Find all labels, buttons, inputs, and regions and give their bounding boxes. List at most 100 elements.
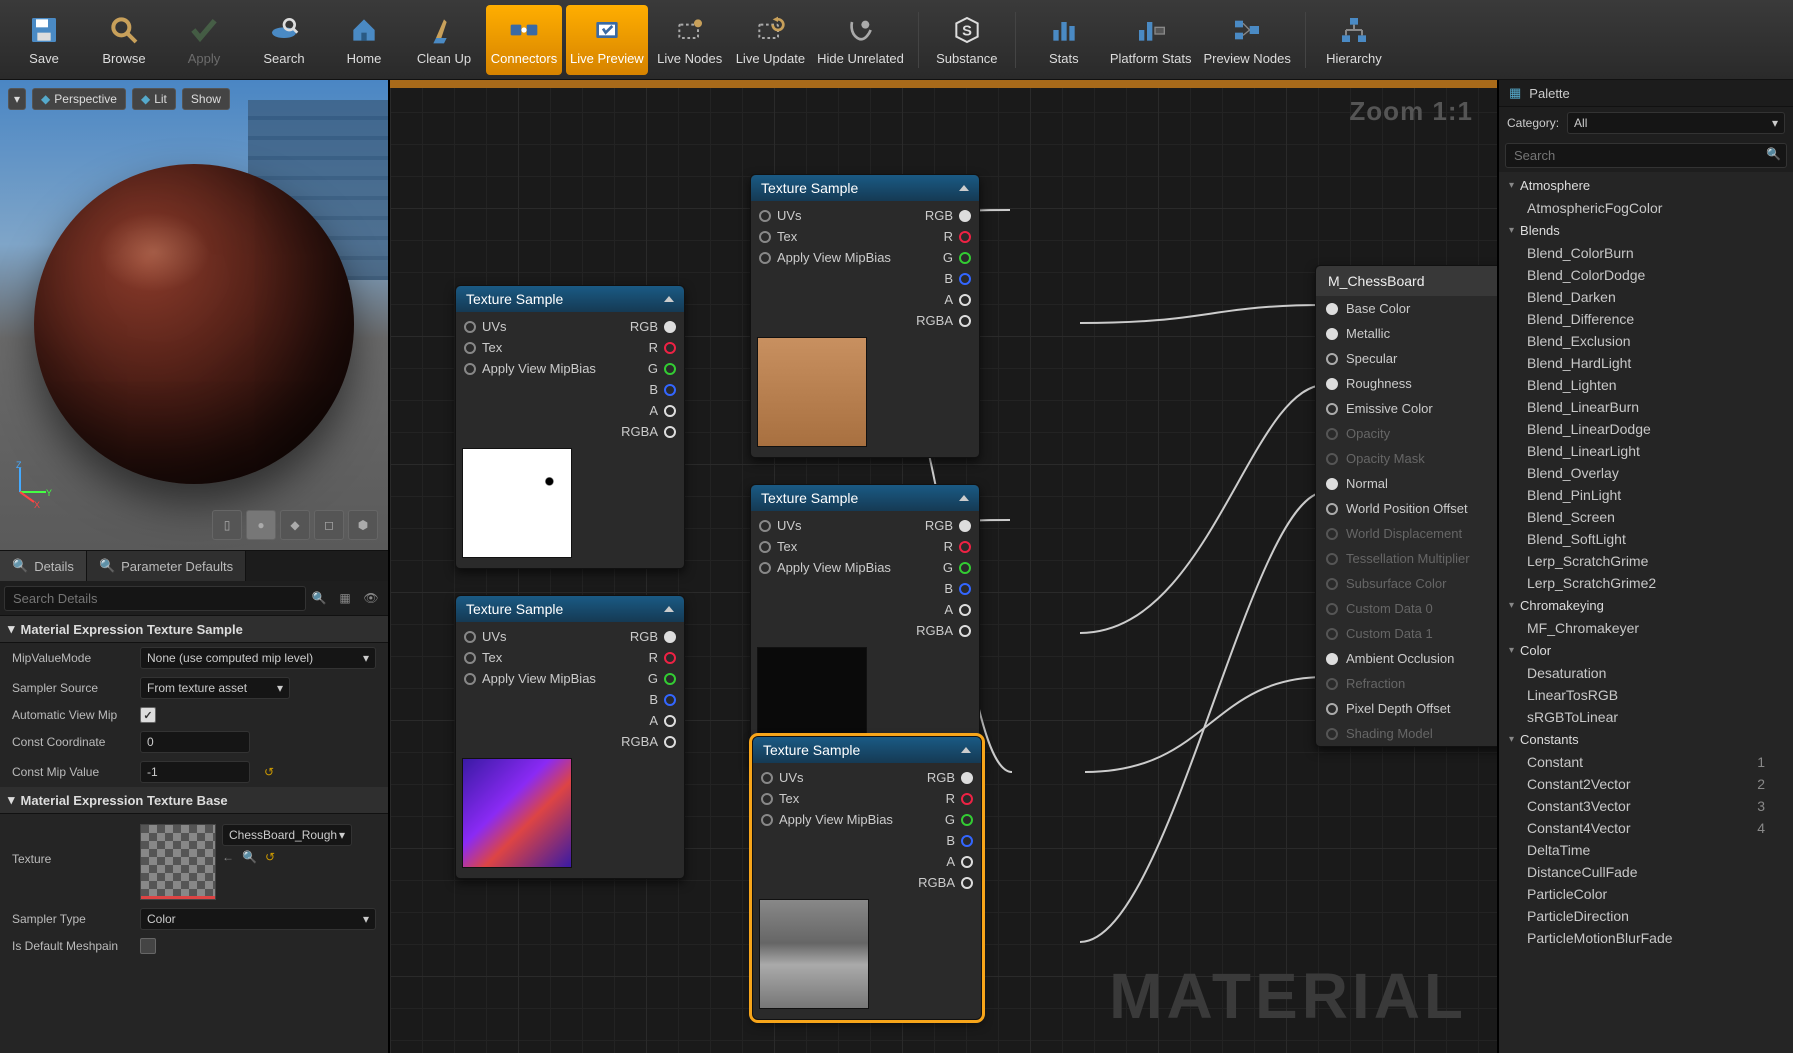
viewport-menu-button[interactable]: ▾: [8, 88, 26, 110]
shape-cylinder-button[interactable]: ▯: [212, 510, 242, 540]
material-input-metallic[interactable]: Metallic: [1316, 321, 1497, 346]
output-pin-R[interactable]: R: [649, 650, 676, 665]
material-input-base-color[interactable]: Base Color: [1316, 296, 1497, 321]
input-pin-Tex[interactable]: Tex: [759, 539, 797, 554]
connectors-button[interactable]: Connectors: [486, 5, 562, 75]
parameter-defaults-tab[interactable]: 🔍Parameter Defaults: [87, 551, 246, 581]
output-pin-B[interactable]: B: [649, 382, 676, 397]
output-pin-B[interactable]: B: [946, 833, 973, 848]
texture-sample-node-2[interactable]: Texture Sample UVsRGBTexRApply View MipB…: [455, 595, 685, 879]
defaultmesh-checkbox[interactable]: [140, 938, 156, 954]
palette-item-Blend_SoftLight[interactable]: Blend_SoftLight: [1499, 528, 1793, 550]
output-pin-R[interactable]: R: [649, 340, 676, 355]
palette-item-DeltaTime[interactable]: DeltaTime: [1499, 839, 1793, 861]
palette-item-Blend_Overlay[interactable]: Blend_Overlay: [1499, 462, 1793, 484]
input-pin-UVs[interactable]: UVs: [759, 208, 802, 223]
palette-item-Constant4Vector[interactable]: Constant4Vector4: [1499, 817, 1793, 839]
input-pin-Tex[interactable]: Tex: [759, 229, 797, 244]
reset-texture-icon[interactable]: ↺: [265, 850, 275, 864]
palette-item-Blend_ColorBurn[interactable]: Blend_ColorBurn: [1499, 242, 1793, 264]
save-button[interactable]: Save: [6, 5, 82, 75]
palette-item-Constant2Vector[interactable]: Constant2Vector2: [1499, 773, 1793, 795]
input-pin-Tex[interactable]: Tex: [464, 650, 502, 665]
input-pin-Apply View MipBias[interactable]: Apply View MipBias: [759, 560, 891, 575]
palette-tab[interactable]: ▦Palette: [1499, 80, 1793, 107]
material-graph[interactable]: Zoom 1:1 MATERIAL Texture Sample UVsRGBT…: [390, 80, 1497, 1053]
livenodes-button[interactable]: Live Nodes: [652, 5, 728, 75]
output-pin-RGBA[interactable]: RGBA: [918, 875, 973, 890]
palette-group-Constants[interactable]: Constants: [1499, 728, 1793, 751]
hideunrel-button[interactable]: Hide Unrelated: [813, 5, 908, 75]
samplertype-dropdown[interactable]: Color▾: [140, 908, 376, 930]
input-pin-UVs[interactable]: UVs: [761, 770, 804, 785]
output-pin-A[interactable]: A: [944, 292, 971, 307]
category-dropdown[interactable]: All▾: [1567, 112, 1785, 134]
palette-item-AtmosphericFogColor[interactable]: AtmosphericFogColor: [1499, 197, 1793, 219]
shape-cube-button[interactable]: ◻: [314, 510, 344, 540]
output-pin-G[interactable]: G: [943, 250, 971, 265]
constmip-input[interactable]: [140, 761, 250, 783]
perspective-button[interactable]: ◆Perspective: [32, 88, 126, 110]
output-pin-RGBA[interactable]: RGBA: [916, 313, 971, 328]
browse-asset-icon[interactable]: 🔍: [242, 850, 257, 864]
texture-sample-node-4[interactable]: Texture Sample UVsRGBTexRApply View MipB…: [752, 736, 982, 1020]
stats-button[interactable]: Stats: [1026, 5, 1102, 75]
search-button[interactable]: Search: [246, 5, 322, 75]
texture-sample-node-0[interactable]: Texture Sample UVs RGB Tex R Apply View MipB…: [455, 285, 685, 569]
palette-item-Blend_LinearDodge[interactable]: Blend_LinearDodge: [1499, 418, 1793, 440]
palette-item-Blend_Exclusion[interactable]: Blend_Exclusion: [1499, 330, 1793, 352]
output-pin-RGBA[interactable]: RGBA: [916, 623, 971, 638]
palette-search-input[interactable]: [1505, 143, 1787, 168]
output-pin-RGBA[interactable]: RGBA: [621, 734, 676, 749]
palette-item-sRGBToLinear[interactable]: sRGBToLinear: [1499, 706, 1793, 728]
input-pin-UVs[interactable]: UVs: [464, 629, 507, 644]
input-pin-Tex[interactable]: Tex: [761, 791, 799, 806]
palette-item-Blend_Difference[interactable]: Blend_Difference: [1499, 308, 1793, 330]
palette-group-Atmosphere[interactable]: Atmosphere: [1499, 174, 1793, 197]
material-input-normal[interactable]: Normal: [1316, 471, 1497, 496]
palette-item-Blend_HardLight[interactable]: Blend_HardLight: [1499, 352, 1793, 374]
cleanup-button[interactable]: Clean Up: [406, 5, 482, 75]
node-header[interactable]: Texture Sample: [456, 596, 684, 622]
mipmode-dropdown[interactable]: None (use computed mip level)▾: [140, 647, 376, 669]
palette-group-Blends[interactable]: Blends: [1499, 219, 1793, 242]
input-pin-Apply View MipBias[interactable]: Apply View MipBias: [464, 671, 596, 686]
material-input-world-position-offset[interactable]: World Position Offset: [1316, 496, 1497, 521]
constcoord-input[interactable]: [140, 731, 250, 753]
palette-item-Blend_ColorDodge[interactable]: Blend_ColorDodge: [1499, 264, 1793, 286]
shape-sphere-button[interactable]: ●: [246, 510, 276, 540]
livepreview-button[interactable]: Live Preview: [566, 5, 648, 75]
palette-item-Constant3Vector[interactable]: Constant3Vector3: [1499, 795, 1793, 817]
eye-icon[interactable]: 👁: [358, 585, 384, 611]
reset-icon[interactable]: ↺: [264, 765, 274, 779]
output-pin-A[interactable]: A: [649, 713, 676, 728]
material-input-pixel-depth-offset[interactable]: Pixel Depth Offset: [1316, 696, 1497, 721]
material-output-node[interactable]: M_ChessBoard Base Color Metallic Specula…: [1315, 265, 1497, 747]
output-pin-A[interactable]: A: [649, 403, 676, 418]
output-pin-RGB[interactable]: RGB: [630, 319, 676, 334]
palette-item-DistanceCullFade[interactable]: DistanceCullFade: [1499, 861, 1793, 883]
liveupdate-button[interactable]: Live Update: [732, 5, 809, 75]
section-texture-base[interactable]: ▾Material Expression Texture Base: [0, 787, 388, 814]
output-pin-RGBA[interactable]: RGBA: [621, 424, 676, 439]
node-header[interactable]: Texture Sample: [456, 286, 684, 312]
material-input-emissive-color[interactable]: Emissive Color: [1316, 396, 1497, 421]
output-pin-R[interactable]: R: [946, 791, 973, 806]
texture-sample-node-3[interactable]: Texture Sample UVsRGBTexRApply View MipB…: [750, 484, 980, 768]
palette-group-Chromakeying[interactable]: Chromakeying: [1499, 594, 1793, 617]
palette-item-Blend_Screen[interactable]: Blend_Screen: [1499, 506, 1793, 528]
output-pin-RGB[interactable]: RGB: [927, 770, 973, 785]
grid-view-icon[interactable]: ▦: [332, 585, 358, 611]
sampler-source-dropdown[interactable]: From texture asset▾: [140, 677, 290, 699]
input-pin-Apply View MipBias[interactable]: Apply View MipBias: [464, 361, 596, 376]
node-header[interactable]: Texture Sample: [751, 175, 979, 201]
input-pin-UVs[interactable]: UVs: [464, 319, 507, 334]
input-pin-UVs[interactable]: UVs: [759, 518, 802, 533]
show-button[interactable]: Show: [182, 88, 230, 110]
output-pin-G[interactable]: G: [648, 361, 676, 376]
input-pin-Tex[interactable]: Tex: [464, 340, 502, 355]
output-pin-R[interactable]: R: [944, 229, 971, 244]
input-pin-Apply View MipBias[interactable]: Apply View MipBias: [761, 812, 893, 827]
browse-button[interactable]: Browse: [86, 5, 162, 75]
texture-thumbnail[interactable]: [140, 824, 216, 900]
